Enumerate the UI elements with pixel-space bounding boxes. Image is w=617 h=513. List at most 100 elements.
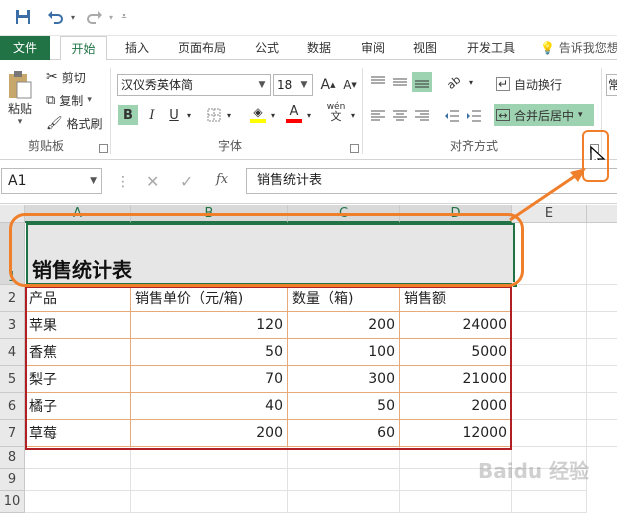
bold-button[interactable]: B: [118, 105, 138, 125]
copy-button[interactable]: ⧉ 复制 ▾: [46, 90, 92, 110]
align-left-icon[interactable]: [368, 106, 388, 126]
redo-dropdown-icon[interactable]: ▾: [106, 6, 116, 28]
tab-review[interactable]: 审阅: [352, 36, 394, 60]
cell-e2[interactable]: [512, 285, 587, 312]
font-size-combo[interactable]: 18 ▼: [273, 74, 313, 96]
decrease-indent-icon[interactable]: [442, 106, 462, 126]
tab-home[interactable]: 开始: [60, 36, 107, 61]
table-cell[interactable]: 香蕉: [25, 339, 131, 366]
row-header-6[interactable]: 6: [0, 393, 25, 420]
row-header-7[interactable]: 7: [0, 420, 25, 447]
title-cell-a1[interactable]: 销售统计表: [26, 223, 518, 288]
tab-page-layout[interactable]: 页面布局: [170, 36, 234, 60]
wrap-text-button[interactable]: ↵ 自动换行: [496, 74, 562, 94]
cell-f3[interactable]: [587, 312, 617, 339]
row-header-5[interactable]: 5: [0, 366, 25, 393]
column-header-b[interactable]: B: [131, 205, 288, 223]
underline-dropdown-icon[interactable]: ▾: [184, 105, 194, 125]
cell-e6[interactable]: [512, 393, 587, 420]
tell-me-box[interactable]: 💡 告诉我您想: [540, 36, 617, 60]
grow-font-icon[interactable]: A ▲: [318, 75, 338, 95]
tab-view[interactable]: 视图: [404, 36, 446, 60]
tab-formulas[interactable]: 公式: [246, 36, 288, 60]
tab-file[interactable]: 文件: [0, 36, 50, 60]
save-icon[interactable]: [12, 6, 34, 28]
select-all-corner[interactable]: [0, 205, 25, 223]
cell-f4[interactable]: [587, 339, 617, 366]
column-header-a[interactable]: A: [25, 205, 131, 223]
tab-insert[interactable]: 插入: [116, 36, 158, 60]
format-painter-button[interactable]: 🖌 格式刷: [46, 113, 103, 133]
font-name-combo[interactable]: 汉仪秀英体简 ▼: [117, 74, 271, 96]
italic-button[interactable]: I: [142, 105, 162, 125]
cell-f1[interactable]: [587, 223, 617, 285]
table-cell[interactable]: 40: [131, 393, 288, 420]
table-cell[interactable]: 苹果: [25, 312, 131, 339]
tab-data[interactable]: 数据: [298, 36, 340, 60]
cut-button[interactable]: ✂ 剪切: [46, 67, 86, 87]
table-cell[interactable]: 70: [131, 366, 288, 393]
phonetic-button[interactable]: wén 文: [324, 102, 348, 122]
column-header-c[interactable]: C: [288, 205, 400, 223]
table-cell[interactable]: 梨子: [25, 366, 131, 393]
cell-f7[interactable]: [587, 420, 617, 447]
font-color-icon[interactable]: A: [284, 104, 304, 124]
table-cell[interactable]: 草莓: [25, 420, 131, 447]
cell-b9[interactable]: [131, 469, 288, 491]
borders-dropdown-icon[interactable]: ▾: [224, 105, 234, 125]
paste-button[interactable]: 粘贴 ▾: [4, 68, 36, 128]
table-cell[interactable]: 21000: [400, 366, 512, 393]
table-cell[interactable]: 50: [131, 339, 288, 366]
number-format-combo[interactable]: 常: [606, 74, 617, 96]
table-cell[interactable]: 120: [131, 312, 288, 339]
table-cell[interactable]: 橘子: [25, 393, 131, 420]
font-color-dropdown-icon[interactable]: ▾: [304, 105, 314, 125]
cell-e10[interactable]: [512, 491, 587, 513]
underline-button[interactable]: U: [164, 105, 184, 125]
row-header-2[interactable]: 2: [0, 285, 25, 312]
merge-center-button[interactable]: ↔ 合并后居中 ▾: [494, 104, 594, 126]
align-center-icon[interactable]: [390, 106, 410, 126]
fill-color-dropdown-icon[interactable]: ▾: [268, 105, 278, 125]
cell-e7[interactable]: [512, 420, 587, 447]
table-cell[interactable]: 200: [131, 420, 288, 447]
column-header-d[interactable]: D: [400, 205, 512, 223]
clipboard-launcher-icon[interactable]: [99, 144, 108, 153]
phonetic-dropdown-icon[interactable]: ▾: [348, 105, 358, 125]
cell-c9[interactable]: [288, 469, 400, 491]
cell-e4[interactable]: [512, 339, 587, 366]
cell-f2[interactable]: [587, 285, 617, 312]
cancel-icon[interactable]: ✕: [146, 172, 159, 191]
row-header-4[interactable]: 4: [0, 339, 25, 366]
font-launcher-icon[interactable]: [350, 144, 359, 153]
align-bottom-icon[interactable]: [412, 72, 432, 92]
shrink-font-icon[interactable]: A ▼: [340, 75, 360, 95]
row-header-9[interactable]: 9: [0, 469, 25, 491]
header-cell-quantity[interactable]: 数量（箱): [288, 285, 400, 312]
insert-function-icon[interactable]: fx: [216, 172, 228, 187]
cell-f6[interactable]: [587, 393, 617, 420]
cell-e1[interactable]: [512, 223, 587, 285]
cell-e3[interactable]: [512, 312, 587, 339]
cell-b8[interactable]: [131, 447, 288, 469]
increase-indent-icon[interactable]: [464, 106, 484, 126]
align-middle-icon[interactable]: [390, 72, 410, 92]
table-cell[interactable]: 100: [288, 339, 400, 366]
table-cell[interactable]: 300: [288, 366, 400, 393]
tab-developer[interactable]: 开发工具: [458, 36, 524, 60]
orientation-icon[interactable]: ab: [442, 72, 466, 92]
name-box[interactable]: A1 ▼: [1, 168, 102, 194]
cell-d10[interactable]: [400, 491, 512, 513]
align-right-icon[interactable]: [412, 106, 432, 126]
row-header-8[interactable]: 8: [0, 447, 25, 469]
table-cell[interactable]: 12000: [400, 420, 512, 447]
fill-color-icon[interactable]: ◈: [248, 104, 268, 124]
cell-c8[interactable]: [288, 447, 400, 469]
cell-a10[interactable]: [25, 491, 131, 513]
cell-b10[interactable]: [131, 491, 288, 513]
header-cell-sales[interactable]: 销售额: [400, 285, 512, 312]
orientation-dropdown-icon[interactable]: ▾: [466, 72, 476, 92]
table-cell[interactable]: 2000: [400, 393, 512, 420]
cell-a9[interactable]: [25, 469, 131, 491]
cell-a8[interactable]: [25, 447, 131, 469]
